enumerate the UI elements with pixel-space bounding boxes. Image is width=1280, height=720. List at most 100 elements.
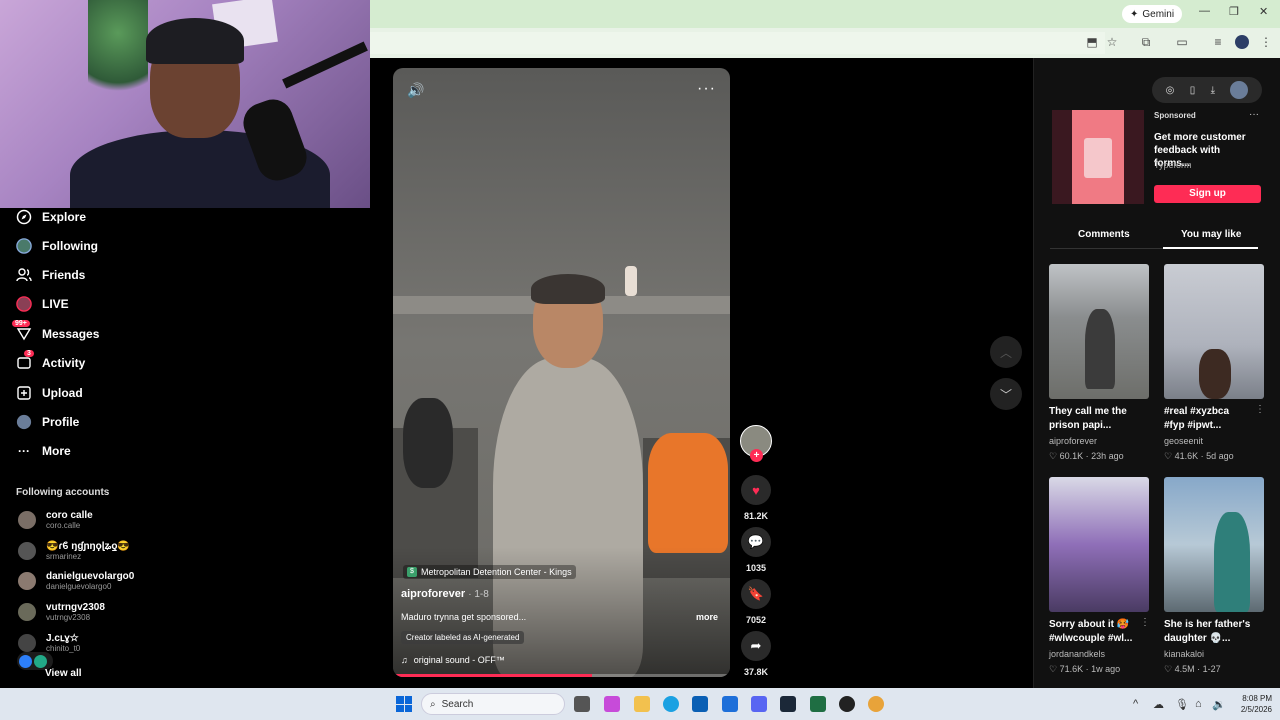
tab-you-may-like[interactable]: You may like [1181, 229, 1241, 240]
file-explorer-icon[interactable] [634, 696, 650, 712]
following-account[interactable]: 😎ɾϐ ŋɠɲŋϙɭʑƍ😎 srmarinez [18, 538, 130, 564]
reading-list-icon[interactable]: ≡ [1210, 34, 1226, 50]
recommended-video-thumbnail[interactable] [1164, 477, 1264, 612]
windows-start-icon[interactable] [396, 696, 412, 712]
save-button[interactable]: 🔖 [741, 579, 771, 609]
ad-options-icon[interactable]: ··· [1249, 109, 1259, 120]
recommended-video-thumbnail[interactable] [1049, 264, 1149, 399]
comment-button[interactable]: 💬 [741, 527, 771, 557]
xbox-icon[interactable] [810, 696, 826, 712]
steam-icon[interactable] [780, 696, 796, 712]
signup-button[interactable]: Sign up [1154, 185, 1261, 203]
taskbar-search[interactable]: ⌕ Search [421, 693, 565, 715]
tray-overflow-icon[interactable]: ^ [1133, 698, 1138, 710]
nav-live[interactable]: LIVE [16, 293, 69, 315]
cast-icon[interactable]: ▭ [1174, 34, 1190, 50]
app-icon[interactable] [692, 696, 708, 712]
task-view-icon[interactable] [574, 696, 590, 712]
recommended-video-author[interactable]: aiproforever [1049, 436, 1097, 446]
recommended-video-author[interactable]: kianakaloi [1164, 649, 1204, 659]
edge-icon[interactable] [663, 696, 679, 712]
recommended-video-title[interactable]: They call me the prison papi... [1049, 405, 1149, 433]
next-video-button[interactable]: ﹀ [990, 378, 1022, 410]
nav-more[interactable]: ··· More [16, 440, 71, 462]
volume-icon[interactable]: 🔊 [407, 82, 424, 99]
address-bar[interactable] [370, 32, 1105, 54]
nav-upload[interactable]: Upload [16, 382, 83, 404]
outlook-icon[interactable] [722, 696, 738, 712]
compass-icon[interactable]: ◎ [1166, 85, 1175, 96]
recommended-video-thumbnail[interactable] [1049, 477, 1149, 612]
following-account[interactable]: danielguevolargo0 danielguevolargo0 [18, 568, 134, 594]
like-count: 71.6K [1059, 664, 1084, 674]
close-icon[interactable]: ✕ [1259, 5, 1268, 18]
network-status-icon[interactable]: ☁ [1153, 698, 1164, 711]
post-age: 5d ago [1206, 451, 1234, 461]
profile-avatar-icon [16, 414, 32, 430]
download-icon[interactable]: ⤓ [1211, 85, 1215, 96]
recommended-video-title[interactable]: She is her father's daughter 💀... [1164, 618, 1264, 646]
sound-link[interactable]: ♫ original sound - OFF™ [401, 655, 505, 665]
card-options-icon[interactable]: ⋮ [1140, 617, 1150, 628]
account-handle: srmarinez [46, 552, 82, 561]
like-button[interactable]: ♥ [741, 475, 771, 505]
tab-comments[interactable]: Comments [1078, 229, 1130, 240]
heart-outline-icon: ♡ [1164, 451, 1173, 461]
activity-icon: 3 [16, 350, 34, 371]
browser-profile-avatar[interactable] [1235, 35, 1249, 49]
recommended-video-thumbnail[interactable] [1164, 264, 1264, 399]
upload-icon [16, 385, 32, 401]
share-button[interactable]: ➦ [741, 631, 771, 661]
bookmark-star-icon[interactable]: ☆ [1104, 34, 1120, 50]
like-count: 41.6K [1174, 451, 1199, 461]
taskbar-clock[interactable]: 8:08 PM 2/5/2026 [1230, 693, 1272, 715]
thumbnail-figure [1199, 349, 1231, 399]
recommended-video-author[interactable]: jordanandkels [1049, 649, 1105, 659]
video-progress-bar[interactable] [393, 674, 730, 677]
location-tag[interactable]: $ Metropolitan Detention Center - Kings [403, 565, 576, 579]
chrome-icon[interactable] [868, 696, 884, 712]
user-avatar[interactable] [1230, 81, 1249, 99]
save-count: 7052 [745, 615, 767, 625]
microphone-icon[interactable]: 🎙 [1175, 698, 1189, 711]
nav-messages[interactable]: 99+ Messages [12, 320, 100, 345]
following-account[interactable]: vutrngv2308 vutrngv2308 [18, 599, 105, 625]
like-count: 81.2K [743, 511, 769, 521]
caption-more-button[interactable]: more [696, 612, 718, 622]
view-all-link[interactable]: View all [45, 668, 82, 679]
card-options-icon[interactable]: ⋮ [1255, 404, 1265, 415]
nav-friends[interactable]: Friends [16, 264, 85, 286]
following-account[interactable]: coro calle coro.calle [18, 507, 93, 533]
install-app-icon[interactable]: ⬒ [1084, 34, 1100, 50]
previous-video-button[interactable]: ︿ [990, 336, 1022, 368]
device-icon[interactable]: ▯ [1190, 85, 1196, 96]
heart-outline-icon: ♡ [1049, 664, 1058, 674]
ad-thumbnail[interactable] [1052, 110, 1144, 204]
sponsored-label: Sponsored [1154, 111, 1196, 120]
wifi-icon[interactable]: ⌂ [1195, 698, 1202, 710]
follow-plus-icon[interactable]: + [750, 449, 763, 462]
nav-explore[interactable]: Explore [16, 206, 86, 228]
nav-following[interactable]: Following [16, 235, 98, 257]
obs-icon[interactable] [839, 696, 855, 712]
restore-icon[interactable]: ❐ [1229, 5, 1239, 18]
sound-label: original sound - OFF™ [413, 655, 505, 665]
store-icon[interactable] [604, 696, 620, 712]
search-placeholder: Search [441, 698, 474, 710]
video-options-icon[interactable]: ··· [697, 80, 716, 98]
recommended-video-title[interactable]: #real #xyzbca #fyp #ipwt... [1164, 405, 1249, 433]
nav-activity[interactable]: 3 Activity [16, 350, 85, 374]
minimize-icon[interactable]: — [1199, 5, 1210, 17]
volume-tray-icon[interactable]: 🔉 [1212, 698, 1226, 711]
gemini-button[interactable]: ✦ Gemini [1122, 5, 1183, 23]
nav-profile[interactable]: Profile [16, 411, 79, 433]
video-author[interactable]: aiproforever · 1-8 [401, 588, 489, 600]
extensions-icon[interactable]: ⧉ [1138, 34, 1154, 50]
recommended-video-author[interactable]: geoseenit [1164, 436, 1203, 446]
heart-outline-icon: ♡ [1049, 451, 1058, 461]
recommended-video-title[interactable]: Sorry about it 🥵 #wlwcouple #wl... [1049, 618, 1134, 646]
chrome-menu-icon[interactable]: ⋮ [1258, 34, 1274, 50]
video-player[interactable]: 🔊 ··· $ Metropolitan Detention Center - … [393, 68, 730, 677]
nav-label-messages: Messages [42, 327, 100, 341]
discord-icon[interactable] [751, 696, 767, 712]
